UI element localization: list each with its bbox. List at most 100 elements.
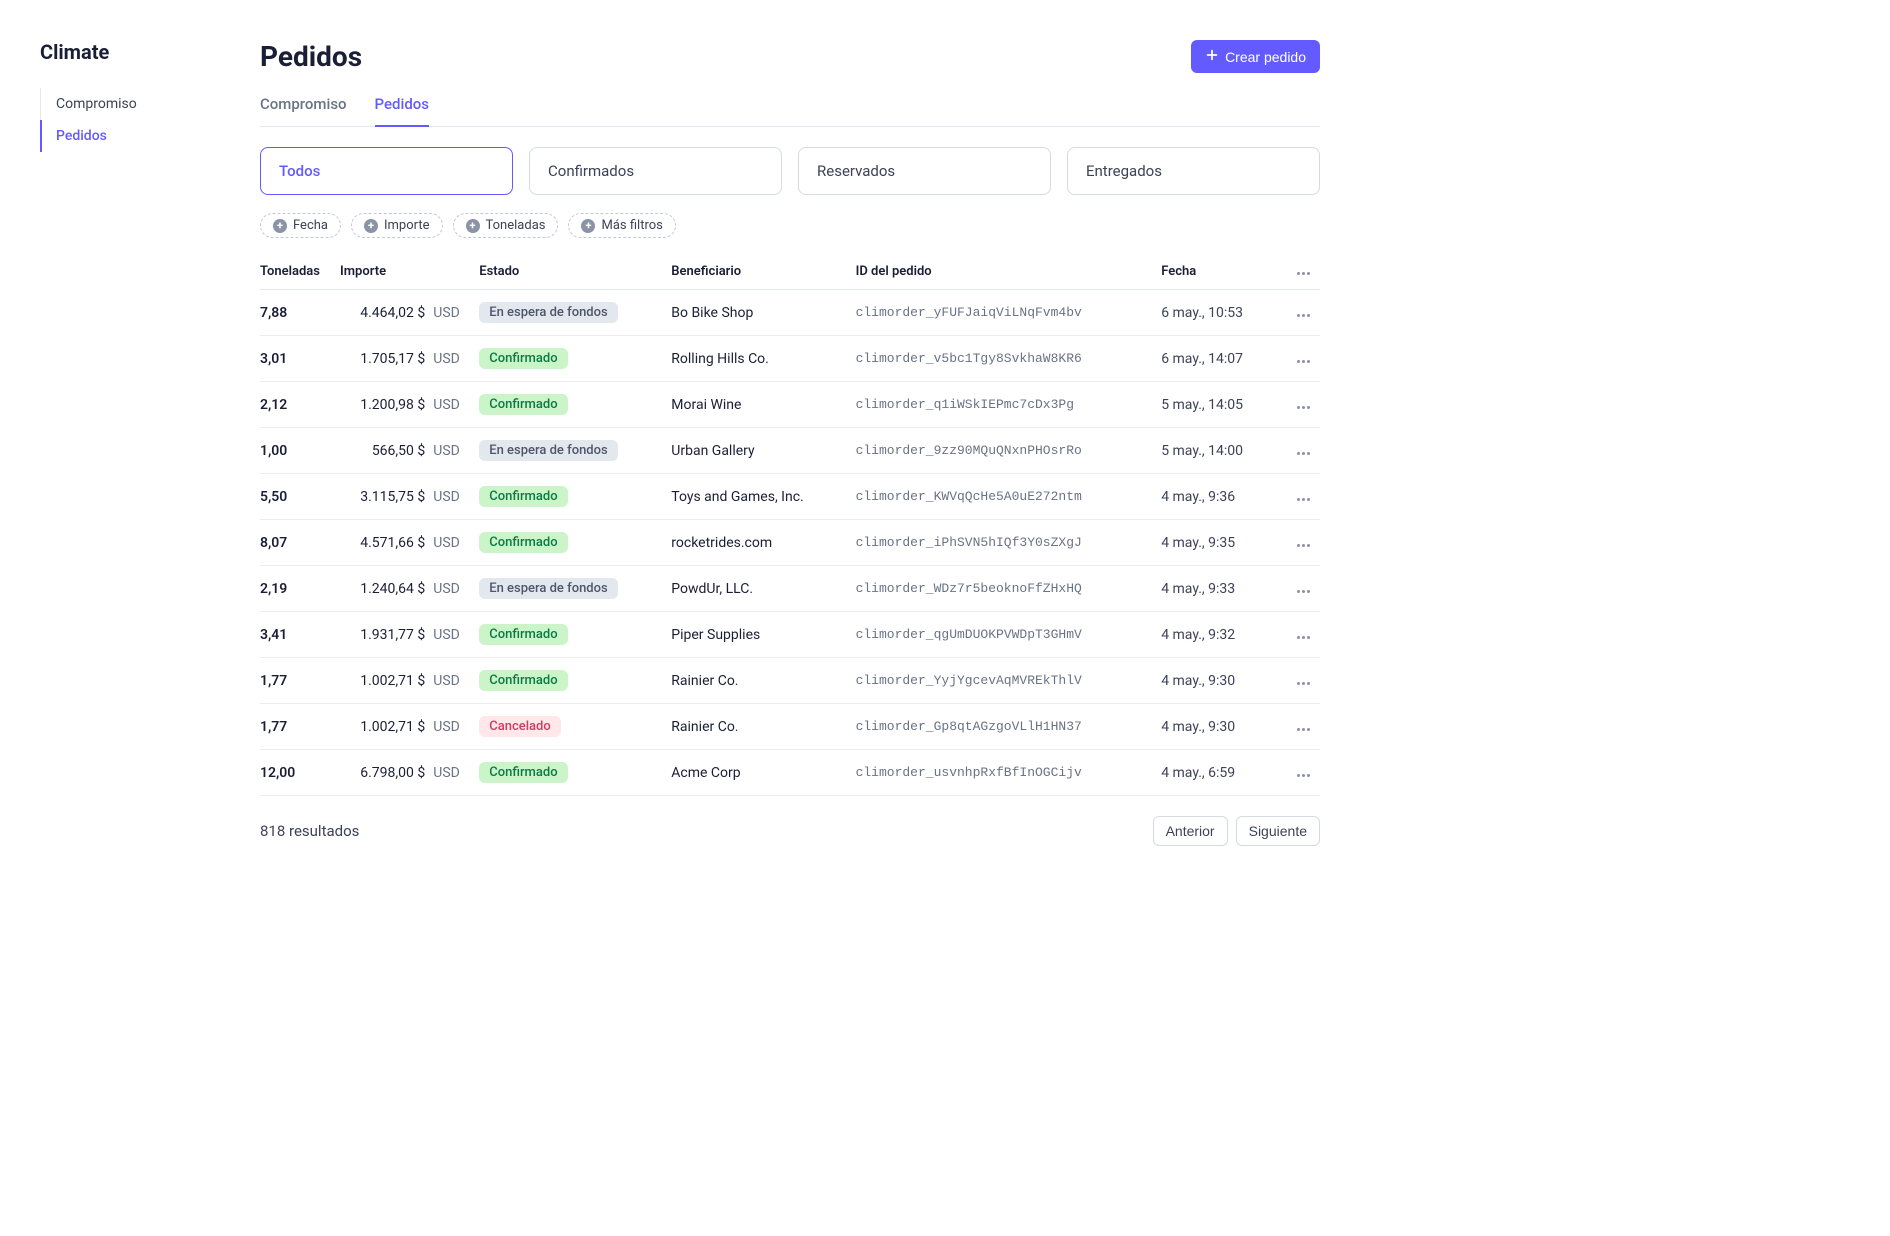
plus-circle-icon: + bbox=[364, 219, 378, 233]
status-filter-reservados[interactable]: Reservados bbox=[798, 147, 1051, 195]
table-row[interactable]: 1,771.002,71 $USDConfirmadoRainier Co.cl… bbox=[260, 658, 1320, 704]
table-row[interactable]: 1,771.002,71 $USDCanceladoRainier Co.cli… bbox=[260, 704, 1320, 750]
sidebar-nav: CompromisoPedidos bbox=[40, 88, 220, 152]
table-row[interactable]: 3,411.931,77 $USDConfirmadoPiper Supplie… bbox=[260, 612, 1320, 658]
tab-pedidos[interactable]: Pedidos bbox=[375, 89, 429, 127]
cell-fecha: 5 may., 14:05 bbox=[1161, 382, 1280, 428]
next-button[interactable]: Siguiente bbox=[1236, 816, 1320, 846]
table-row[interactable]: 7,884.464,02 $USDEn espera de fondosBo B… bbox=[260, 290, 1320, 336]
sidebar-item-compromiso[interactable]: Compromiso bbox=[40, 88, 220, 120]
row-more-button[interactable] bbox=[1280, 658, 1320, 704]
cell-beneficiario: rocketrides.com bbox=[671, 520, 855, 566]
col-header-id[interactable]: ID del pedido bbox=[856, 256, 1162, 290]
col-header-fecha[interactable]: Fecha bbox=[1161, 256, 1280, 290]
table-row[interactable]: 1,00566,50 $USDEn espera de fondosUrban … bbox=[260, 428, 1320, 474]
cell-order-id: climorder_v5bc1Tgy8SvkhaW8KR6 bbox=[856, 336, 1162, 382]
cell-estado: Confirmado bbox=[479, 750, 671, 796]
orders-table: Toneladas Importe Estado Beneficiario ID… bbox=[260, 256, 1320, 796]
col-header-estado[interactable]: Estado bbox=[479, 256, 671, 290]
more-icon bbox=[1297, 636, 1310, 639]
status-filter-entregados[interactable]: Entregados bbox=[1067, 147, 1320, 195]
plus-circle-icon: + bbox=[466, 219, 480, 233]
cell-beneficiario: Rainier Co. bbox=[671, 658, 855, 704]
cell-fecha: 6 may., 10:53 bbox=[1161, 290, 1280, 336]
filter-chip-toneladas[interactable]: +Toneladas bbox=[453, 213, 559, 238]
cell-importe: 566,50 $ bbox=[340, 428, 429, 474]
cell-fecha: 4 may., 9:30 bbox=[1161, 658, 1280, 704]
cell-currency: USD bbox=[429, 750, 479, 796]
cell-importe: 1.240,64 $ bbox=[340, 566, 429, 612]
cell-fecha: 4 may., 9:33 bbox=[1161, 566, 1280, 612]
status-badge: Confirmado bbox=[479, 394, 567, 415]
more-icon bbox=[1297, 314, 1310, 317]
table-row[interactable]: 8,074.571,66 $USDConfirmadorocketrides.c… bbox=[260, 520, 1320, 566]
cell-importe: 1.200,98 $ bbox=[340, 382, 429, 428]
cell-estado: Confirmado bbox=[479, 612, 671, 658]
col-header-importe[interactable]: Importe bbox=[340, 256, 479, 290]
cell-toneladas: 5,50 bbox=[260, 474, 340, 520]
cell-order-id: climorder_usvnhpRxfBfInOGCijv bbox=[856, 750, 1162, 796]
more-icon bbox=[1297, 272, 1310, 275]
table-row[interactable]: 2,191.240,64 $USDEn espera de fondosPowd… bbox=[260, 566, 1320, 612]
row-more-button[interactable] bbox=[1280, 428, 1320, 474]
cell-toneladas: 7,88 bbox=[260, 290, 340, 336]
table-row[interactable]: 2,121.200,98 $USDConfirmadoMorai Winecli… bbox=[260, 382, 1320, 428]
row-more-button[interactable] bbox=[1280, 520, 1320, 566]
filter-chip-importe[interactable]: + Importe bbox=[351, 213, 443, 238]
cell-currency: USD bbox=[429, 428, 479, 474]
status-filter-todos[interactable]: Todos bbox=[260, 147, 513, 195]
chip-label: Más filtros bbox=[601, 218, 662, 233]
more-icon bbox=[1297, 544, 1310, 547]
row-more-button[interactable] bbox=[1280, 290, 1320, 336]
sidebar-item-pedidos[interactable]: Pedidos bbox=[40, 120, 220, 152]
cell-order-id: climorder_KWVqQcHe5A0uE272ntm bbox=[856, 474, 1162, 520]
cell-fecha: 6 may., 14:07 bbox=[1161, 336, 1280, 382]
tab-compromiso[interactable]: Compromiso bbox=[260, 89, 347, 127]
cell-importe: 6.798,00 $ bbox=[340, 750, 429, 796]
col-header-beneficiario[interactable]: Beneficiario bbox=[671, 256, 855, 290]
filter-chip-más-filtros[interactable]: +Más filtros bbox=[568, 213, 675, 238]
cell-currency: USD bbox=[429, 520, 479, 566]
row-more-button[interactable] bbox=[1280, 336, 1320, 382]
table-row[interactable]: 5,503.115,75 $USDConfirmadoToys and Game… bbox=[260, 474, 1320, 520]
status-badge: En espera de fondos bbox=[479, 578, 617, 599]
col-header-more[interactable] bbox=[1280, 256, 1320, 290]
sidebar: Climate CompromisoPedidos bbox=[40, 40, 220, 1236]
cell-estado: Cancelado bbox=[479, 704, 671, 750]
cell-fecha: 4 may., 9:30 bbox=[1161, 704, 1280, 750]
create-order-label: Crear pedido bbox=[1225, 49, 1306, 65]
cell-currency: USD bbox=[429, 290, 479, 336]
cell-order-id: climorder_qgUmDUOKPVWDpT3GHmV bbox=[856, 612, 1162, 658]
status-filter-confirmados[interactable]: Confirmados bbox=[529, 147, 782, 195]
more-icon bbox=[1297, 452, 1310, 455]
row-more-button[interactable] bbox=[1280, 750, 1320, 796]
cell-currency: USD bbox=[429, 566, 479, 612]
results-count: 818 resultados bbox=[260, 822, 359, 840]
cell-estado: Confirmado bbox=[479, 336, 671, 382]
cell-importe: 1.002,71 $ bbox=[340, 704, 429, 750]
status-badge: En espera de fondos bbox=[479, 302, 617, 323]
status-badge: Confirmado bbox=[479, 670, 567, 691]
cell-importe: 4.571,66 $ bbox=[340, 520, 429, 566]
status-badge: Confirmado bbox=[479, 532, 567, 553]
cell-beneficiario: Morai Wine bbox=[671, 382, 855, 428]
row-more-button[interactable] bbox=[1280, 566, 1320, 612]
create-order-button[interactable]: Crear pedido bbox=[1191, 40, 1320, 73]
table-row[interactable]: 3,011.705,17 $USDConfirmadoRolling Hills… bbox=[260, 336, 1320, 382]
chip-label: Importe bbox=[384, 218, 430, 233]
row-more-button[interactable] bbox=[1280, 474, 1320, 520]
cell-importe: 1.705,17 $ bbox=[340, 336, 429, 382]
col-header-toneladas[interactable]: Toneladas bbox=[260, 256, 340, 290]
cell-toneladas: 1,77 bbox=[260, 658, 340, 704]
prev-button[interactable]: Anterior bbox=[1153, 816, 1228, 846]
filter-chip-fecha[interactable]: +Fecha bbox=[260, 213, 341, 238]
cell-beneficiario: Bo Bike Shop bbox=[671, 290, 855, 336]
row-more-button[interactable] bbox=[1280, 382, 1320, 428]
cell-order-id: climorder_yFUFJaiqViLNqFvm4bv bbox=[856, 290, 1162, 336]
more-icon bbox=[1297, 360, 1310, 363]
row-more-button[interactable] bbox=[1280, 612, 1320, 658]
row-more-button[interactable] bbox=[1280, 704, 1320, 750]
table-row[interactable]: 12,006.798,00 $USDConfirmadoAcme Corpcli… bbox=[260, 750, 1320, 796]
cell-estado: En espera de fondos bbox=[479, 428, 671, 474]
cell-order-id: climorder_q1iWSkIEPmc7cDx3Pg bbox=[856, 382, 1162, 428]
